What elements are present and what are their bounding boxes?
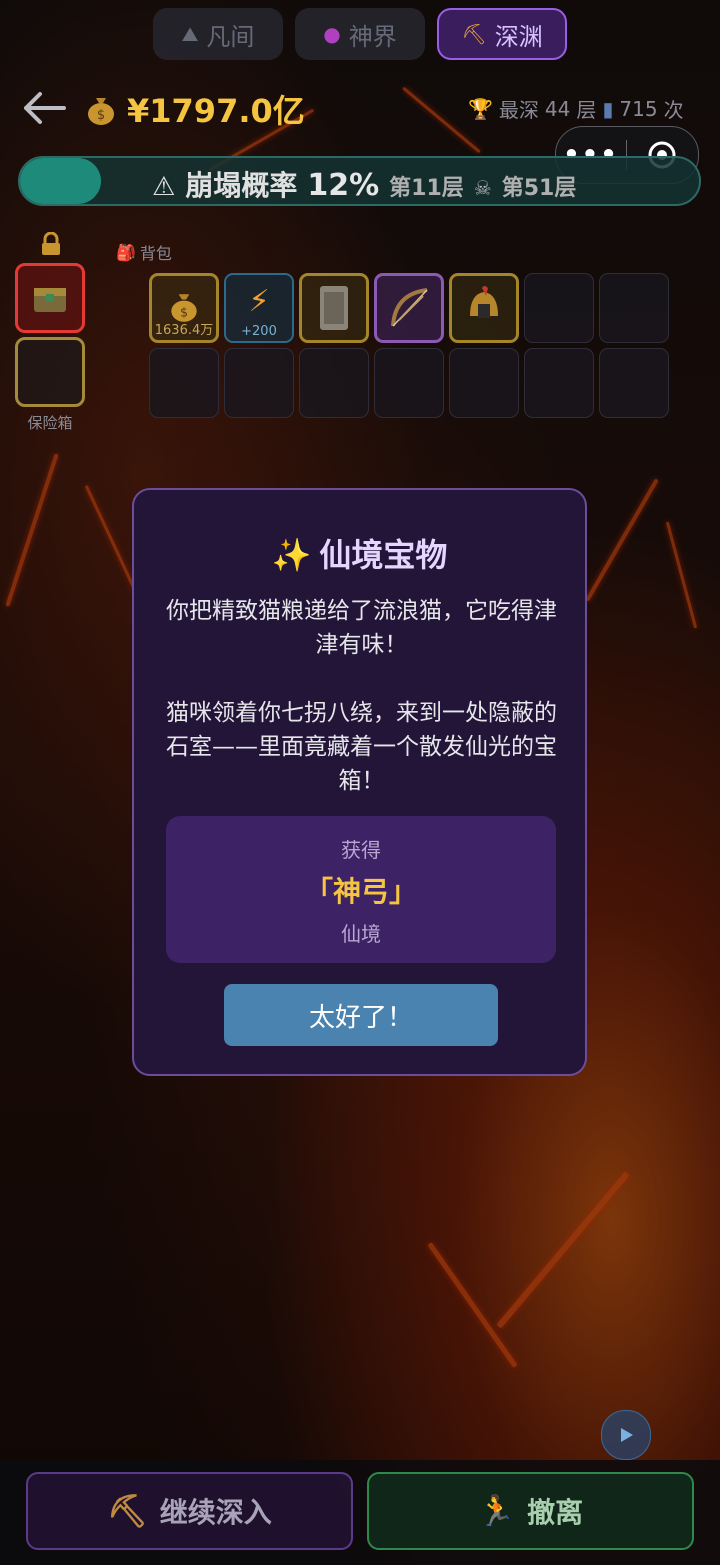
treasure-chest-icon — [34, 288, 66, 312]
running-person-icon: 🏃 — [477, 1493, 516, 1529]
mountain-icon: ⛰ — [181, 22, 199, 46]
retreat-button[interactable]: 🏃 撤离 — [367, 1472, 694, 1550]
backpack-slot-money[interactable]: $ 1636.4万 — [149, 273, 219, 343]
backpack-slot-empty[interactable] — [599, 273, 669, 343]
backpack-slot-empty[interactable] — [524, 273, 594, 343]
tab-label: 神界 — [348, 22, 397, 51]
backpack-slot-bow[interactable] — [374, 273, 444, 343]
backpack-slot-empty[interactable] — [599, 348, 669, 418]
deepest-unit: 层 — [576, 98, 597, 122]
backpack-slot-empty[interactable] — [449, 348, 519, 418]
max-floor: 第51层 — [501, 176, 577, 201]
tab-mortal[interactable]: ⛰ 凡间 — [153, 8, 283, 60]
backpack-slot-energy[interactable]: ⚡ +200 — [224, 273, 294, 343]
item-caption: 1636.4万 — [154, 323, 214, 338]
collapse-percent: 12% — [307, 168, 380, 203]
deepest-label: 最深 — [498, 98, 539, 122]
modal-body: 你把精致猫粮递给了流浪猫，它吃得津津有味！ 猫咪领着你七拐八绕，来到一处隐蔽的石… — [164, 594, 559, 798]
pickaxe-icon: ⛏ — [107, 1492, 148, 1530]
backpack-grid: $ 1636.4万 ⚡ +200 — [149, 273, 669, 418]
helmet-icon — [470, 286, 498, 318]
backpack-slot-empty[interactable] — [524, 348, 594, 418]
realm-tabs: ⛰ 凡间 ● 神界 ⛏ 深渊 — [153, 8, 567, 60]
collapse-label: 崩塌概率 — [185, 169, 298, 202]
confirm-button[interactable]: 太好了！ — [224, 984, 498, 1046]
collapse-probability-bar: ⚠ 崩塌概率 12% 第11层 ☠ 第51层 — [18, 156, 701, 206]
stats: 🏆 最深 44 层 ▮ 715 次 — [468, 94, 684, 123]
warning-icon: ⚠ — [152, 172, 176, 202]
reward-tier: 仙境 — [341, 922, 381, 946]
reward-label: 获得 — [341, 838, 381, 862]
bar-chart-icon: ▮ — [602, 96, 614, 121]
modal-title-text: 仙境宝物 — [319, 536, 448, 574]
modal-paragraph: 猫咪领着你七拐八绕，来到一处隐蔽的石室——里面竟藏着一个散发仙光的宝箱！ — [166, 700, 557, 794]
reward-box: 获得 「神弓」 仙境 — [166, 816, 556, 963]
backpack-slot-tablet[interactable] — [299, 273, 369, 343]
backpack-slot-empty[interactable] — [299, 348, 369, 418]
backpack-slot-empty[interactable] — [374, 348, 444, 418]
bottom-action-bar: ⛏ 继续深入 🏃 撤离 — [0, 1460, 720, 1565]
backpack-slot-helmet[interactable] — [449, 273, 519, 343]
vault-slot-filled[interactable] — [15, 263, 85, 333]
backpack-label: 背包 — [139, 244, 172, 263]
svg-text:$: $ — [180, 304, 188, 319]
svg-text:$: $ — [97, 108, 105, 123]
backpack-icon: 🎒 — [116, 242, 136, 262]
pickaxe-icon: ⛏ — [461, 22, 487, 46]
play-button[interactable] — [601, 1410, 651, 1460]
continue-deeper-button[interactable]: ⛏ 继续深入 — [26, 1472, 353, 1550]
crystal-ball-icon: ● — [323, 22, 341, 46]
sparkles-icon: ✨ — [271, 536, 312, 574]
ghost-icon: ☠ — [473, 176, 492, 200]
backpack-slot-empty[interactable] — [224, 348, 294, 418]
tab-divine[interactable]: ● 神界 — [295, 8, 425, 60]
vault-label: 保险箱 — [27, 414, 73, 432]
continue-label: 继续深入 — [159, 1496, 272, 1529]
money-bag-icon: $ — [88, 98, 114, 125]
modal-title: ✨ 仙境宝物 — [134, 530, 585, 576]
bow-icon — [391, 288, 428, 327]
trophy-icon: 🏆 — [468, 96, 493, 121]
runs-unit: 次 — [663, 98, 684, 122]
retreat-label: 撤离 — [527, 1496, 584, 1529]
current-floor: 第11层 — [389, 176, 464, 201]
lock-icon — [42, 232, 60, 255]
backpack-slot-empty[interactable] — [149, 348, 219, 418]
collapse-info: ⚠ 崩塌概率 12% 第11层 ☠ 第51层 — [152, 164, 576, 204]
runs-value: 715 — [619, 96, 658, 121]
stone-tablet-icon — [320, 286, 348, 330]
tab-abyss[interactable]: ⛏ 深渊 — [437, 8, 567, 60]
reward-item-name: 「神弓」 — [304, 875, 417, 908]
deepest-value: 44 — [544, 96, 571, 121]
tab-label: 凡间 — [206, 22, 255, 51]
tab-label: 深渊 — [494, 22, 543, 51]
money-amount: ¥1797.0亿 — [127, 92, 305, 130]
back-arrow-icon[interactable] — [22, 88, 68, 128]
vault-slot-empty[interactable] — [15, 337, 85, 407]
item-caption: +200 — [241, 324, 277, 339]
backpack-header: 🎒 背包 — [116, 240, 172, 264]
modal-paragraph: 你把精致猫粮递给了流浪猫，它吃得津津有味！ — [166, 598, 557, 658]
lightning-icon: ⚡ — [248, 283, 270, 319]
event-modal: ✨ 仙境宝物 你把精致猫粮递给了流浪猫，它吃得津津有味！ 猫咪领着你七拐八绕，来到… — [132, 488, 587, 1076]
collapse-progress-fill — [20, 158, 102, 204]
play-icon — [621, 1428, 633, 1442]
